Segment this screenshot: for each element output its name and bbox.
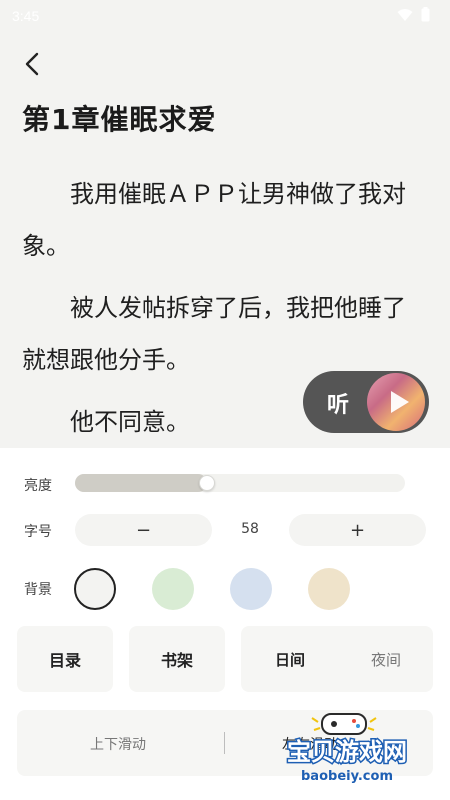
- divider: [224, 732, 225, 754]
- background-label: 背景: [24, 582, 52, 598]
- brightness-slider[interactable]: [75, 474, 405, 492]
- day-night-toggle: 日间 夜间: [241, 626, 433, 692]
- listen-button[interactable]: 听: [303, 371, 429, 433]
- watermark-logo: 宝贝游戏网 baobeiy.com: [272, 708, 422, 790]
- catalog-button[interactable]: 目录: [17, 626, 113, 692]
- watermark-url: baobeiy.com: [301, 769, 393, 784]
- reader-area[interactable]: 第1章催眠求爱 我用催眠ＡＰＰ让男神做了我对象。 被人发帖拆穿了后，我把他睡了就…: [0, 32, 450, 448]
- brightness-slider-fill: [75, 474, 207, 492]
- font-size-label: 字号: [24, 524, 52, 540]
- brightness-label: 亮度: [24, 478, 52, 494]
- background-swatch-white[interactable]: [74, 568, 116, 610]
- chapter-title: 第1章催眠求爱: [22, 103, 217, 136]
- font-increase-button[interactable]: +: [289, 514, 426, 546]
- battery-icon: [421, 6, 430, 26]
- vertical-scroll-option[interactable]: 上下滑动: [90, 734, 146, 754]
- background-swatch-beige[interactable]: [308, 568, 350, 610]
- background-swatch-green[interactable]: [152, 568, 194, 610]
- background-swatch-blue[interactable]: [230, 568, 272, 610]
- bookshelf-button[interactable]: 书架: [129, 626, 225, 692]
- night-mode-option[interactable]: 夜间: [371, 649, 401, 670]
- status-time: 3:45: [12, 8, 40, 24]
- brightness-slider-handle[interactable]: [199, 475, 215, 491]
- paragraph: 我用催眠ＡＰＰ让男神做了我对象。: [22, 180, 406, 260]
- play-icon: [391, 391, 409, 413]
- wifi-icon: [397, 7, 413, 26]
- status-icons: [397, 6, 430, 26]
- back-arrow-icon[interactable]: [18, 50, 46, 78]
- audio-cover-image[interactable]: [367, 373, 425, 431]
- watermark-name: 宝贝游戏网: [287, 738, 407, 766]
- font-size-value: 58: [241, 521, 259, 537]
- font-decrease-button[interactable]: −: [75, 514, 212, 546]
- day-mode-option[interactable]: 日间: [275, 649, 305, 670]
- status-bar: 3:45: [0, 0, 450, 32]
- listen-label: 听: [327, 393, 350, 418]
